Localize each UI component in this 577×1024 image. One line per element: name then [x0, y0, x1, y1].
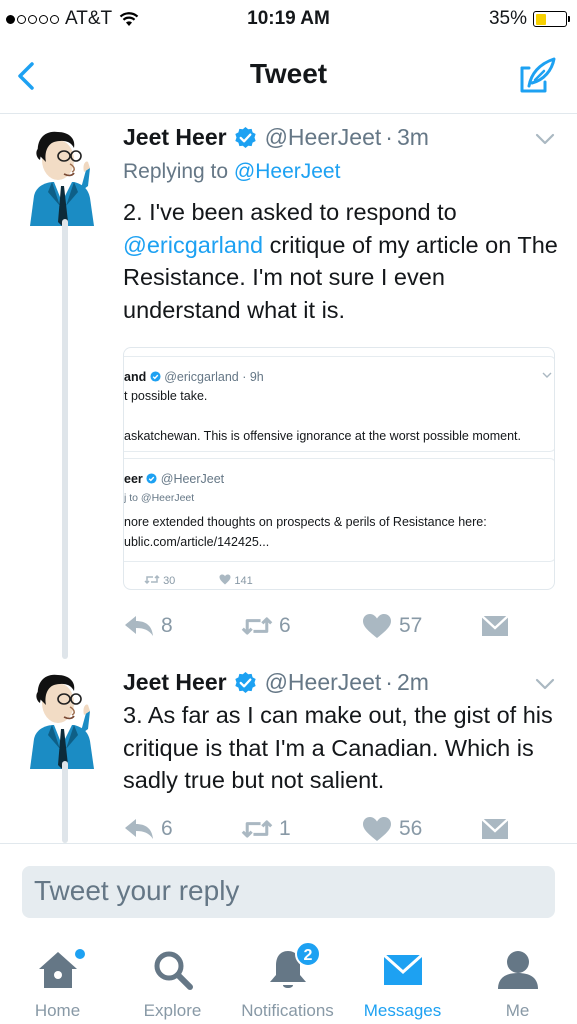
direct-message-button[interactable] [479, 613, 511, 639]
thread-line [62, 219, 68, 659]
author-name[interactable]: Jeet Heer [123, 124, 227, 151]
person-icon [497, 951, 538, 989]
chevron-down-icon[interactable] [535, 677, 555, 691]
reply-icon [125, 819, 153, 839]
new-content-dot [75, 949, 85, 959]
direct-message-button[interactable] [479, 816, 511, 842]
replying-prefix: Replying to [123, 160, 229, 183]
tab-label: Me [505, 1001, 530, 1020]
tab-home[interactable]: Home [0, 947, 115, 1021]
tweet-actions: 8 6 57 [123, 613, 511, 639]
retweet-count: 1 [279, 817, 291, 840]
quoted-tweet-top: and @ericgarland · 9h t possible take. a… [124, 356, 554, 452]
quoted-name: and [124, 370, 147, 384]
verified-badge-icon [150, 371, 161, 382]
verified-badge-icon [146, 473, 157, 484]
tab-bar: Home Explore 2 Notifications Messages Me [0, 933, 577, 1024]
envelope-icon [382, 953, 423, 985]
home-icon [38, 952, 77, 988]
compose-tweet-icon[interactable] [517, 56, 557, 96]
quoted-text-line: ublic.com/article/142425... [124, 535, 270, 549]
status-right: 35% [488, 8, 570, 30]
reply-button[interactable]: 8 [123, 613, 241, 639]
heart-icon [363, 817, 391, 841]
reply-icon [125, 616, 153, 636]
chevron-down-icon[interactable] [535, 132, 555, 146]
quoted-likes: 141 [219, 574, 253, 587]
reply-count: 6 [161, 817, 173, 840]
reply-area: Tweet your reply [0, 843, 577, 933]
like-count: 57 [399, 614, 423, 637]
retweet-icon [241, 820, 273, 838]
page-title: Tweet [249, 58, 328, 89]
attached-image[interactable]: and @ericgarland · 9h t possible take. a… [123, 347, 555, 590]
tweet-text: 2. I've been asked to respond to @ericga… [123, 196, 563, 326]
tweet[interactable]: Jeet Heer @HeerJeet · 3m Replying to @He… [0, 114, 577, 659]
retweet-icon [241, 617, 273, 635]
battery-percent: 35% [488, 8, 527, 29]
quoted-text-line: t possible take. [124, 389, 208, 403]
verified-badge-icon [234, 126, 256, 149]
quoted-name: eer [124, 472, 143, 486]
search-icon [154, 951, 193, 990]
replying-mention[interactable]: @HeerJeet [234, 160, 341, 183]
tab-label: Messages [363, 1001, 442, 1020]
notification-badge: 2 [295, 941, 321, 967]
reply-count: 8 [161, 614, 173, 637]
envelope-icon [481, 818, 509, 839]
tweet-header: Jeet Heer @HeerJeet · 2m [123, 669, 429, 696]
mention-link[interactable]: @ericgarland [123, 232, 263, 258]
battery-level [535, 13, 546, 25]
quoted-replying: j to @HeerJeet [124, 492, 195, 504]
like-count: 56 [399, 817, 423, 840]
avatar[interactable] [24, 669, 96, 769]
nav-bar: Tweet [0, 38, 577, 114]
tab-notifications[interactable]: 2 Notifications [230, 941, 345, 1021]
author-name[interactable]: Jeet Heer [123, 669, 227, 696]
reply-button[interactable]: 6 [123, 816, 241, 842]
reply-input[interactable]: Tweet your reply [22, 866, 555, 918]
like-button[interactable]: 56 [361, 816, 479, 842]
heart-icon [363, 614, 391, 638]
retweet-icon [144, 574, 160, 585]
retweet-count: 6 [279, 614, 291, 637]
separator: · [385, 669, 393, 695]
avatar[interactable] [24, 126, 96, 226]
tab-me[interactable]: Me [460, 947, 575, 1021]
quoted-tweet-inner: eer @HeerJeet j to @HeerJeet nore extend… [124, 458, 554, 562]
author-handle[interactable]: @HeerJeet [265, 124, 382, 151]
chevron-down-icon [542, 372, 552, 378]
tweet[interactable]: Jeet Heer @HeerJeet · 2m 3. As far as I … [0, 659, 577, 843]
tab-messages[interactable]: Messages [345, 947, 460, 1021]
separator: · [385, 124, 393, 150]
like-button[interactable]: 57 [361, 613, 479, 639]
envelope-icon [481, 615, 509, 636]
verified-badge-icon [234, 671, 256, 694]
tweet-header: Jeet Heer @HeerJeet · 3m [123, 124, 429, 151]
tab-label: Notifications [241, 1001, 334, 1020]
heart-icon [219, 574, 231, 585]
quoted-handle: @HeerJeet [160, 472, 225, 486]
status-bar: AT&T 10:19 AM 35% [0, 0, 577, 38]
tweet-actions: 6 1 56 [123, 816, 511, 842]
quoted-handle: @ericgarland · 9h [164, 370, 264, 384]
quoted-text-line: askatchewan. This is offensive ignorance… [124, 429, 521, 443]
author-handle[interactable]: @HeerJeet [265, 669, 382, 696]
thread-line [62, 761, 68, 843]
quoted-text-line: nore extended thoughts on prospects & pe… [124, 515, 487, 529]
tab-label: Home [34, 1001, 81, 1020]
quoted-actions: 30 141 [144, 574, 253, 587]
battery-icon [533, 11, 570, 27]
retweet-button[interactable]: 6 [241, 613, 361, 639]
quoted-retweets: 30 [144, 574, 175, 587]
tweet-text: 3. As far as I can make out, the gist of… [123, 702, 553, 793]
retweet-button[interactable]: 1 [241, 816, 361, 842]
tweet-timestamp: 3m [396, 124, 429, 150]
tweet-timestamp: 2m [396, 669, 429, 695]
tab-explore[interactable]: Explore [115, 947, 230, 1021]
replying-to: Replying to @HeerJeet [123, 160, 340, 184]
tweet-text-start: 2. I've been asked to respond to [123, 199, 457, 225]
tab-label: Explore [143, 1001, 202, 1020]
